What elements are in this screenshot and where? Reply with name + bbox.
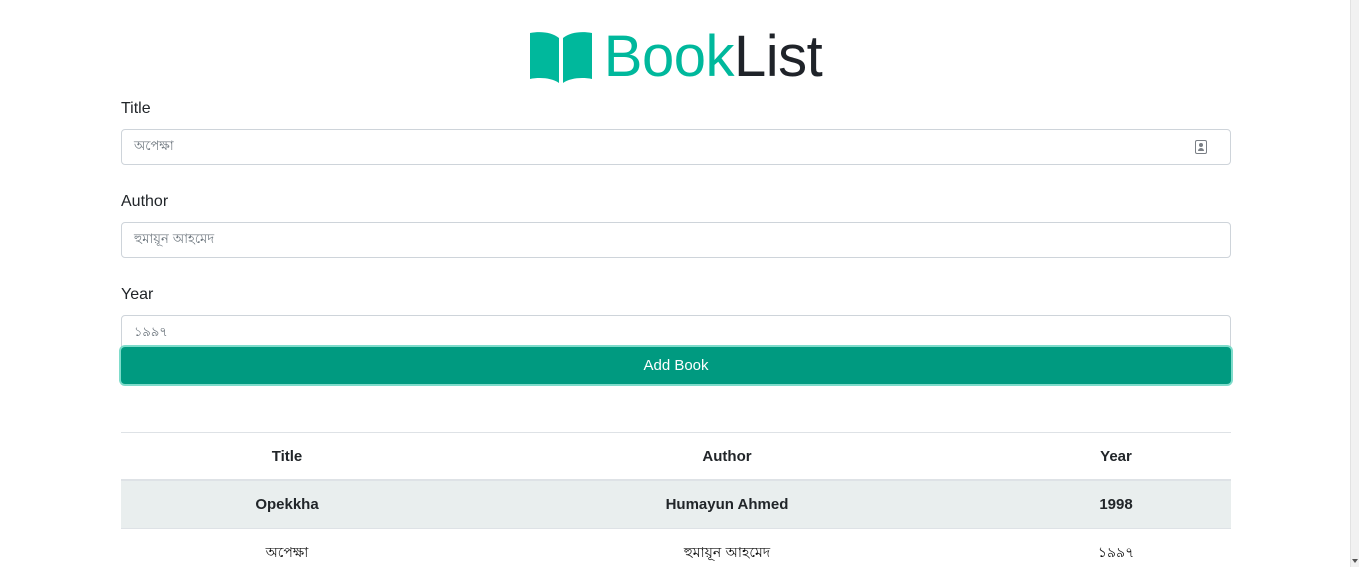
table-row: Opekkha Humayun Ahmed 1998 [121,481,1231,529]
book-author-cell: Humayun Ahmed [665,496,789,513]
column-header-author: Author [702,447,752,465]
open-book-icon [529,32,592,83]
book-title-cell: Opekkha [255,496,319,513]
brand-header: BookList [0,26,1350,88]
column-header-title: Title [271,447,303,465]
title-input[interactable]: অপেক্ষা [121,129,1231,165]
scroll-down-icon[interactable] [1352,559,1358,563]
year-field-group: Year ১৯৯৭ [121,285,1231,351]
year-input[interactable]: ১৯৯৭ [121,315,1231,351]
brand-title: BookList [603,24,823,89]
book-title-cell: অপেক্ষা [265,545,309,561]
table-header-row: Title Author Year [121,433,1231,481]
column-header-year: Year [1100,447,1132,465]
title-field-group: Title অপেক্ষা [121,99,1231,165]
author-label: Author [121,193,169,210]
book-author-cell: হুমায়ূন আহমেদ [683,545,771,561]
year-label: Year [121,286,154,303]
title-label: Title [121,100,151,117]
page: BookList Title অপেক্ষা Author হুমায়ূন আ… [0,0,1350,567]
vertical-scrollbar[interactable] [1350,0,1359,567]
author-field-group: Author হুমায়ূন আহমেদ [121,192,1231,258]
author-input[interactable]: হুমায়ূন আহমেদ [121,222,1231,258]
book-table: Title Author Year Opekkha Humayun Ahmed … [121,432,1231,567]
add-book-form: Title অপেক্ষা Author হুমায়ূন আহমেদ Year… [121,99,1231,378]
brand-title-list: List [733,24,823,89]
book-year-cell: 1998 [1099,496,1133,513]
book-year-cell: ১৯৯৭ [1097,545,1135,561]
table-row: অপেক্ষা হুমায়ূন আহমেদ ১৯৯৭ [121,529,1231,567]
autofill-contact-icon[interactable] [1195,140,1207,154]
brand-title-book: Book [603,24,735,89]
add-book-button[interactable]: Add Book [121,347,1231,384]
